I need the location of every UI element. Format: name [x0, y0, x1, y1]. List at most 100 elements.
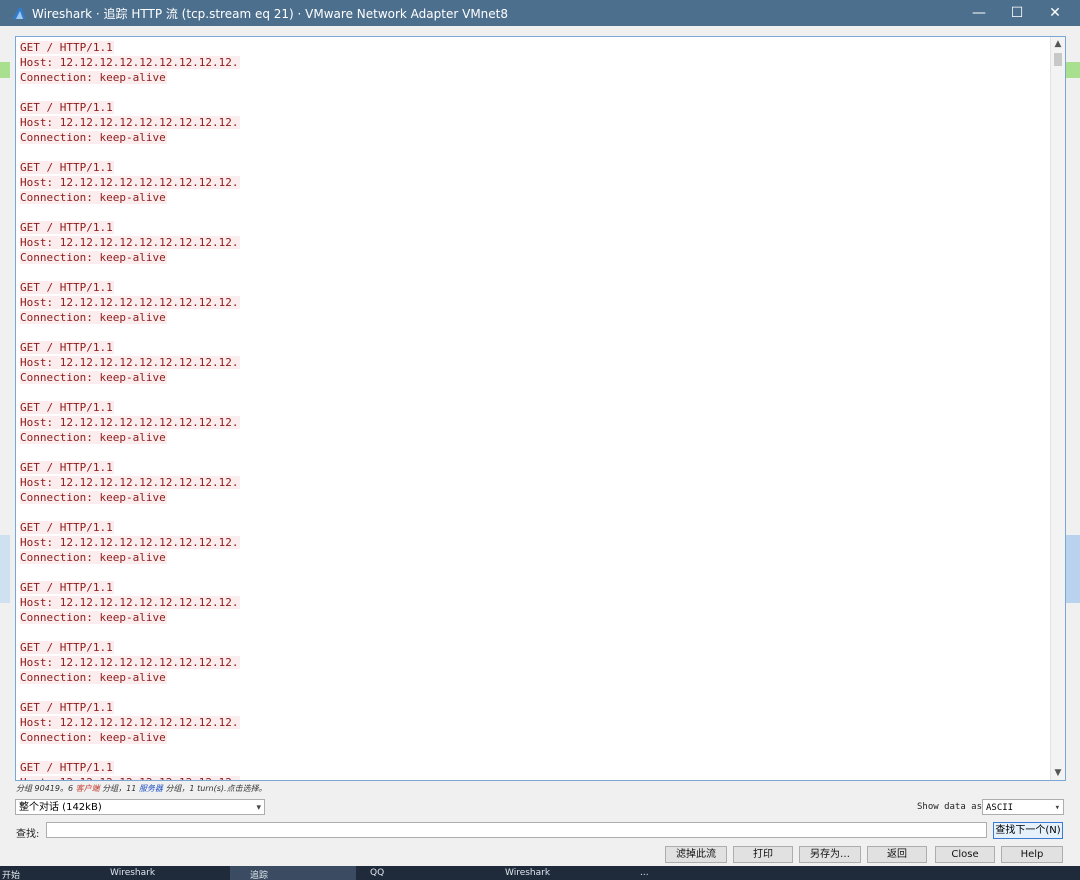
stream-line: Host: 12.12.12.12.12.12.12.12.12.: [20, 475, 240, 490]
stream-line: Connection: keep-alive: [20, 490, 240, 505]
conversation-select[interactable]: 整个对话 (142kB) ▾: [15, 799, 265, 815]
background-row-highlight: [1066, 62, 1080, 78]
stream-blank-line: [20, 205, 240, 220]
back-button[interactable]: 返回: [867, 846, 927, 863]
taskbar-active-item[interactable]: [230, 866, 356, 880]
client-data-text: Host: 12.12.12.12.12.12.12.12.12.: [20, 416, 240, 429]
client-data-text: GET / HTTP/1.1: [20, 641, 114, 654]
stream-blank-line: [20, 265, 240, 280]
scroll-down-icon[interactable]: ▼: [1051, 766, 1065, 780]
client-data-text: Host: 12.12.12.12.12.12.12.12.12.: [20, 236, 240, 249]
stream-line: Host: 12.12.12.12.12.12.12.12.12.: [20, 355, 240, 370]
stream-line: Host: 12.12.12.12.12.12.12.12.12.: [20, 55, 240, 70]
stream-line: GET / HTTP/1.1: [20, 400, 240, 415]
taskbar-item[interactable]: Wireshark: [505, 868, 550, 880]
help-button[interactable]: Help: [1001, 846, 1063, 863]
follow-stream-dialog: Wireshark · 追踪 HTTP 流 (tcp.stream eq 21)…: [0, 0, 1080, 866]
stream-line: GET / HTTP/1.1: [20, 760, 240, 775]
client-data-text: GET / HTTP/1.1: [20, 401, 114, 414]
minimize-button[interactable]: —: [960, 0, 998, 26]
client-data-text: GET / HTTP/1.1: [20, 761, 114, 774]
stream-line: Connection: keep-alive: [20, 370, 240, 385]
client-data-text: GET / HTTP/1.1: [20, 521, 114, 534]
client-data-text: Host: 12.12.12.12.12.12.12.12.12.: [20, 776, 240, 780]
client-data-text: Connection: keep-alive: [20, 731, 167, 744]
taskbar-item[interactable]: QQ: [370, 868, 384, 880]
client-data-text: Host: 12.12.12.12.12.12.12.12.12.: [20, 356, 240, 369]
client-data-text: Host: 12.12.12.12.12.12.12.12.12.: [20, 476, 240, 489]
client-data-text: Host: 12.12.12.12.12.12.12.12.12.: [20, 176, 240, 189]
stream-blank-line: [20, 325, 240, 340]
background-selection: [1066, 535, 1080, 603]
chevron-down-icon: ▾: [1054, 803, 1060, 813]
stream-line: GET / HTTP/1.1: [20, 460, 240, 475]
stream-line: Host: 12.12.12.12.12.12.12.12.12.: [20, 775, 240, 780]
print-button[interactable]: 打印: [733, 846, 793, 863]
stream-line: Connection: keep-alive: [20, 310, 240, 325]
stream-line: GET / HTTP/1.1: [20, 580, 240, 595]
stream-line: GET / HTTP/1.1: [20, 40, 240, 55]
stream-content-pane[interactable]: GET / HTTP/1.1 Host: 12.12.12.12.12.12.12…: [15, 36, 1066, 781]
stream-blank-line: [20, 445, 240, 460]
client-data-text: GET / HTTP/1.1: [20, 341, 114, 354]
chevron-down-icon: ▾: [256, 803, 261, 813]
client-data-text: Connection: keep-alive: [20, 551, 167, 564]
stream-blank-line: [20, 145, 240, 160]
stream-blank-line: [20, 565, 240, 580]
stream-line: Connection: keep-alive: [20, 730, 240, 745]
client-data-text: GET / HTTP/1.1: [20, 281, 114, 294]
scroll-up-icon[interactable]: ▲: [1051, 37, 1065, 51]
filter-out-stream-button[interactable]: 滤掉此流: [665, 846, 727, 863]
stream-line: Host: 12.12.12.12.12.12.12.12.12.: [20, 415, 240, 430]
client-data-text: Connection: keep-alive: [20, 431, 167, 444]
scrollbar-thumb[interactable]: [1054, 53, 1062, 66]
stream-line: Connection: keep-alive: [20, 250, 240, 265]
client-data-text: Connection: keep-alive: [20, 491, 167, 504]
title-bar[interactable]: Wireshark · 追踪 HTTP 流 (tcp.stream eq 21)…: [0, 0, 1080, 26]
stream-line: Connection: keep-alive: [20, 430, 240, 445]
show-data-as-select[interactable]: ASCII ▾: [982, 799, 1064, 815]
vertical-scrollbar[interactable]: ▲ ▼: [1050, 37, 1065, 780]
stream-line: Connection: keep-alive: [20, 130, 240, 145]
client-data-text: Connection: keep-alive: [20, 71, 167, 84]
taskbar-item[interactable]: Wireshark: [110, 868, 155, 880]
stream-line: Host: 12.12.12.12.12.12.12.12.12.: [20, 595, 240, 610]
taskbar-item[interactable]: 追踪: [250, 868, 268, 880]
client-data-text: Host: 12.12.12.12.12.12.12.12.12.: [20, 296, 240, 309]
client-data-text: Connection: keep-alive: [20, 311, 167, 324]
close-button[interactable]: Close: [935, 846, 995, 863]
client-data-text: Connection: keep-alive: [20, 131, 167, 144]
stream-line: Connection: keep-alive: [20, 610, 240, 625]
stream-line: Connection: keep-alive: [20, 70, 240, 85]
stream-blank-line: [20, 505, 240, 520]
stream-blank-line: [20, 85, 240, 100]
client-data-text: Connection: keep-alive: [20, 611, 167, 624]
stream-line: GET / HTTP/1.1: [20, 220, 240, 235]
client-data-text: Connection: keep-alive: [20, 251, 167, 264]
client-data-text: Host: 12.12.12.12.12.12.12.12.12.: [20, 656, 240, 669]
maximize-button[interactable]: ☐: [998, 0, 1036, 26]
show-data-as-label: Show data as: [917, 802, 983, 812]
stream-line: Host: 12.12.12.12.12.12.12.12.12.: [20, 535, 240, 550]
stream-line: Connection: keep-alive: [20, 670, 240, 685]
client-data-text: Host: 12.12.12.12.12.12.12.12.12.: [20, 536, 240, 549]
stream-line: GET / HTTP/1.1: [20, 280, 240, 295]
taskbar-item[interactable]: 开始: [2, 868, 20, 880]
background-selection: [0, 535, 10, 603]
stream-line: Host: 12.12.12.12.12.12.12.12.12.: [20, 655, 240, 670]
stream-blank-line: [20, 625, 240, 640]
find-next-button[interactable]: 查找下一个(N): [993, 822, 1063, 839]
client-data-text: GET / HTTP/1.1: [20, 161, 114, 174]
stream-line: GET / HTTP/1.1: [20, 100, 240, 115]
taskbar-item[interactable]: ...: [640, 868, 649, 880]
client-data-text: Host: 12.12.12.12.12.12.12.12.12.: [20, 116, 240, 129]
stream-line: Host: 12.12.12.12.12.12.12.12.12.: [20, 175, 240, 190]
stream-line: GET / HTTP/1.1: [20, 160, 240, 175]
find-input[interactable]: [46, 822, 987, 838]
stream-line: Host: 12.12.12.12.12.12.12.12.12.: [20, 715, 240, 730]
stream-line: GET / HTTP/1.1: [20, 340, 240, 355]
stream-summary: 分组 90419。6 客户端 分组，11 服务器 分组，1 turn(s).点击…: [16, 784, 267, 793]
close-window-button[interactable]: ✕: [1036, 0, 1074, 26]
save-as-button[interactable]: 另存为…: [799, 846, 861, 863]
client-data-text: GET / HTTP/1.1: [20, 41, 114, 54]
